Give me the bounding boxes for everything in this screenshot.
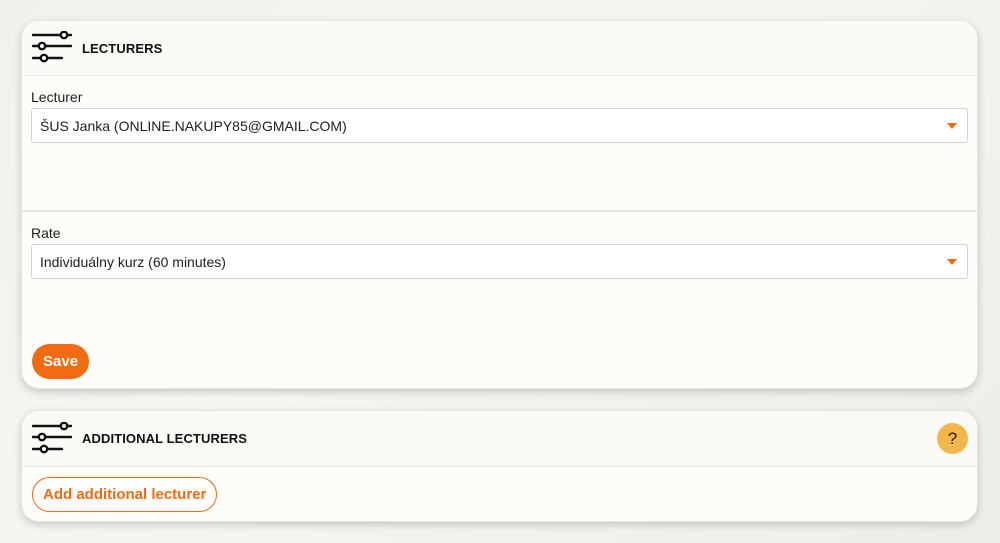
sliders-icon <box>32 421 72 453</box>
caret-down-icon <box>947 259 957 265</box>
lecturer-field-group: Lecturer ŠUS Janka (ONLINE.NAKUPY85@GMAI… <box>22 76 977 210</box>
save-button[interactable]: Save <box>32 344 90 379</box>
rate-select-value: Individuálny kurz (60 minutes) <box>40 253 226 270</box>
lecturer-label: Lecturer <box>31 89 83 105</box>
rate-label: Rate <box>31 225 61 241</box>
caret-down-icon <box>947 123 957 129</box>
additional-lecturers-title: ADDITIONAL LECTURERS <box>82 431 247 446</box>
lecturer-select[interactable]: ŠUS Janka (ONLINE.NAKUPY85@GMAIL.COM) <box>31 108 968 143</box>
lecturers-panel-title: LECTURERS <box>82 40 163 56</box>
rate-select[interactable]: Individuálny kurz (60 minutes) <box>31 244 968 279</box>
lecturers-panel-header: LECTURERS <box>22 21 977 76</box>
help-button[interactable]: ? <box>937 423 968 454</box>
sliders-icon <box>32 31 72 63</box>
additional-lecturers-header: ADDITIONAL LECTURERS ? <box>22 411 977 467</box>
lecturer-select-value: ŠUS Janka (ONLINE.NAKUPY85@GMAIL.COM) <box>40 117 347 134</box>
lecturers-panel: LECTURERS Lecturer ŠUS Janka (ONLINE.NAK… <box>21 20 978 389</box>
additional-lecturers-panel: ADDITIONAL LECTURERS ? Add additional le… <box>21 410 978 522</box>
rate-field-group: Rate Individuálny kurz (60 minutes) <box>22 212 977 279</box>
add-additional-lecturer-button[interactable]: Add additional lecturer <box>32 477 218 512</box>
